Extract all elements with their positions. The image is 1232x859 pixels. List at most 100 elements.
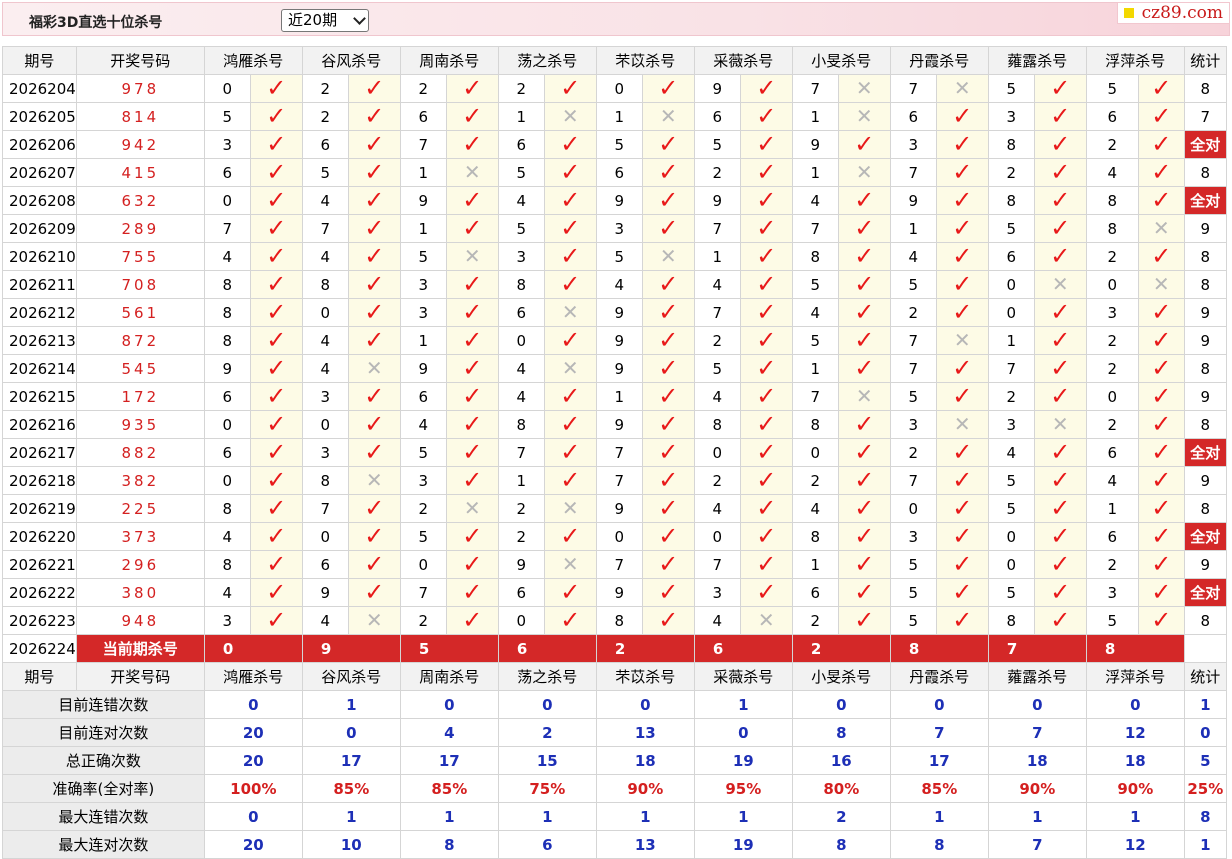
stat-value: 19 xyxy=(693,746,793,775)
check-icon: ✓ xyxy=(837,326,891,355)
kill-number-cell: 2 xyxy=(301,102,349,131)
check-icon: ✓ xyxy=(1050,214,1071,242)
table-row: 2026205 814 5 ✓ 2 ✓ 6 ✓ 1 ✕ 1 ✕ 6 ✓ 1 ✕ 6 ✓ 3 ✓ 6 ✓ 7 xyxy=(2,102,1227,131)
cross-icon: ✕ xyxy=(953,76,971,100)
check-icon: ✓ xyxy=(347,382,401,411)
col-header-expert: 采薇杀号 xyxy=(693,46,793,75)
period-select[interactable]: 近20期 xyxy=(281,9,369,32)
kill-number-cell: 7 xyxy=(301,214,349,243)
kill-number-cell: 5 xyxy=(987,214,1035,243)
kill-number-cell: 7 xyxy=(987,354,1035,383)
issue-cell: 2026212 xyxy=(2,298,77,327)
kill-number-cell: 6 xyxy=(693,102,741,131)
check-icon: ✓ xyxy=(1137,410,1185,439)
check-icon: ✓ xyxy=(641,578,695,607)
check-icon: ✓ xyxy=(543,466,597,495)
stat-tally: 0 xyxy=(1183,718,1227,747)
check-icon: ✓ xyxy=(1050,466,1071,494)
kill-number-cell: 3 xyxy=(1085,578,1139,607)
cross-icon: ✕ xyxy=(561,104,579,128)
kill-number-cell: 1 xyxy=(693,242,741,271)
tally-cell: 8 xyxy=(1183,606,1227,635)
check-icon: ✓ xyxy=(249,522,303,551)
check-icon: ✓ xyxy=(935,494,989,523)
kill-number-cell: 9 xyxy=(595,494,643,523)
check-icon: ✓ xyxy=(1137,550,1185,579)
kill-number-cell: 5 xyxy=(399,438,447,467)
check-icon: ✓ xyxy=(641,550,695,579)
kill-number-cell: 7 xyxy=(791,382,839,411)
kill-number-cell: 0 xyxy=(301,298,349,327)
check-icon: ✓ xyxy=(462,74,483,102)
kill-number-cell: 7 xyxy=(889,354,937,383)
check-icon: ✓ xyxy=(560,130,581,158)
check-icon: ✓ xyxy=(347,522,401,551)
col-header-expert: 谷风杀号 xyxy=(301,662,401,691)
kill-number-cell: 2 xyxy=(889,298,937,327)
draw-number-cell: 382 xyxy=(75,466,205,495)
check-icon: ✓ xyxy=(952,606,973,634)
check-icon: ✓ xyxy=(266,102,287,130)
kill-number-cell: 9 xyxy=(595,354,643,383)
kill-number-cell: 2 xyxy=(399,74,447,103)
kill-number-cell: 0 xyxy=(1085,382,1139,411)
check-icon: ✓ xyxy=(249,74,303,103)
check-icon: ✓ xyxy=(266,410,287,438)
kill-number-cell: 2 xyxy=(693,466,741,495)
check-icon: ✓ xyxy=(837,130,891,159)
stat-value: 0 xyxy=(693,718,793,747)
check-icon: ✓ xyxy=(739,494,793,523)
cross-icon: ✕ xyxy=(659,104,677,128)
check-icon: ✓ xyxy=(543,326,597,355)
cross-icon: ✕ xyxy=(561,300,579,324)
kill-number-cell: 2 xyxy=(399,494,447,523)
kill-number-cell: 3 xyxy=(301,382,349,411)
check-icon: ✓ xyxy=(543,270,597,299)
stat-value: 75% xyxy=(497,774,597,803)
table-row: 2026204 978 0 ✓ 2 ✓ 2 ✓ 2 ✓ 0 ✓ 9 ✓ 7 ✕ 7 ✕ 5 ✓ 5 ✓ 8 xyxy=(2,74,1227,103)
cross-icon: ✕ xyxy=(935,326,989,355)
check-icon: ✓ xyxy=(1137,438,1185,467)
kill-number-cell: 3 xyxy=(889,410,937,439)
check-icon: ✓ xyxy=(1151,298,1172,326)
stat-value: 0 xyxy=(497,690,597,719)
kill-number-cell: 0 xyxy=(693,438,741,467)
check-icon: ✓ xyxy=(445,606,499,635)
cross-icon: ✕ xyxy=(1033,270,1087,299)
check-icon: ✓ xyxy=(1137,298,1185,327)
check-icon: ✓ xyxy=(1137,186,1185,215)
kill-number-cell: 1 xyxy=(399,214,447,243)
check-icon: ✓ xyxy=(641,354,695,383)
check-icon: ✓ xyxy=(462,102,483,130)
check-icon: ✓ xyxy=(658,270,679,298)
stat-value: 1 xyxy=(399,802,499,831)
check-icon: ✓ xyxy=(266,494,287,522)
kill-number-cell: 5 xyxy=(399,522,447,551)
site-logo[interactable]: cz89.com xyxy=(1116,2,1230,24)
check-icon: ✓ xyxy=(249,410,303,439)
check-icon: ✓ xyxy=(560,382,581,410)
stat-row: 准确率(全对率) 100% 85% 85% 75% 90% 95% 80% 85% 90% 90% 2… xyxy=(2,774,1227,803)
issue-cell: 2026216 xyxy=(2,410,77,439)
kill-number-cell: 5 xyxy=(497,214,545,243)
check-icon: ✓ xyxy=(462,550,483,578)
check-icon: ✓ xyxy=(364,214,385,242)
cross-icon: ✕ xyxy=(641,102,695,131)
check-icon: ✓ xyxy=(462,270,483,298)
check-icon: ✓ xyxy=(854,522,875,550)
kill-number-cell: 3 xyxy=(987,102,1035,131)
check-icon: ✓ xyxy=(1050,74,1071,102)
cross-icon: ✕ xyxy=(561,496,579,520)
kill-number-cell: 8 xyxy=(203,298,251,327)
current-kill-number: 6 xyxy=(693,634,793,663)
stat-value: 0 xyxy=(889,690,989,719)
check-icon: ✓ xyxy=(1050,158,1071,186)
check-icon: ✓ xyxy=(935,158,989,187)
check-icon: ✓ xyxy=(739,410,793,439)
check-icon: ✓ xyxy=(658,326,679,354)
check-icon: ✓ xyxy=(935,522,989,551)
cross-icon: ✕ xyxy=(1137,270,1185,299)
cross-icon: ✕ xyxy=(837,74,891,103)
cross-icon: ✕ xyxy=(1152,272,1170,296)
check-icon: ✓ xyxy=(641,214,695,243)
